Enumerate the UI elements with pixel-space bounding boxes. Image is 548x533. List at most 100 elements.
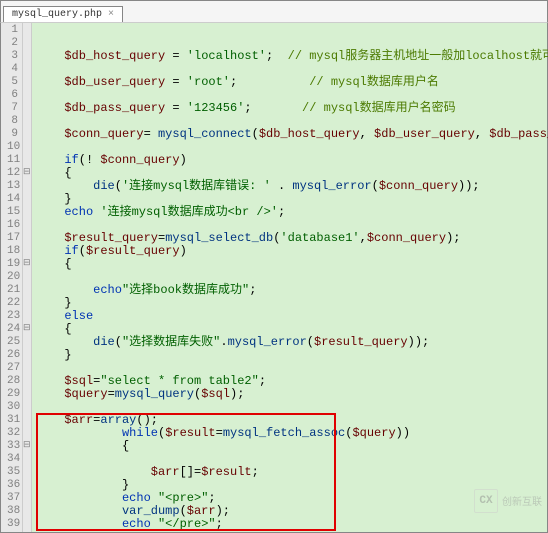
fold-column: ⊟ ⊟ ⊟ ⊟ <box>23 23 32 532</box>
line-number-gutter: 1234567891011121314151617181920212223242… <box>1 23 23 532</box>
line-number: 20 <box>7 271 18 284</box>
line-number: 3 <box>7 50 18 63</box>
code-line[interactable]: if($result_query) <box>36 245 548 258</box>
fold-marker[interactable]: ⊟ <box>23 166 31 179</box>
fold-marker <box>23 23 31 36</box>
fold-marker <box>23 335 31 348</box>
code-line[interactable]: else <box>36 310 548 323</box>
code-line[interactable]: $query=mysql_query($sql); <box>36 388 548 401</box>
fold-marker <box>23 465 31 478</box>
line-number: 18 <box>7 245 18 258</box>
line-number: 32 <box>7 427 18 440</box>
fold-marker <box>23 361 31 374</box>
fold-marker <box>23 88 31 101</box>
code-line[interactable]: echo"选择book数据库成功"; <box>36 284 548 297</box>
close-icon[interactable]: × <box>108 9 114 20</box>
fold-marker <box>23 283 31 296</box>
file-tab[interactable]: mysql_query.php × <box>3 6 123 22</box>
fold-marker <box>23 270 31 283</box>
line-number: 4 <box>7 63 18 76</box>
fold-marker <box>23 101 31 114</box>
line-number: 36 <box>7 479 18 492</box>
line-number: 27 <box>7 362 18 375</box>
fold-marker <box>23 504 31 517</box>
line-number: 11 <box>7 154 18 167</box>
line-number: 7 <box>7 102 18 115</box>
code-line[interactable] <box>36 24 548 37</box>
line-number: 2 <box>7 37 18 50</box>
line-number: 12 <box>7 167 18 180</box>
fold-marker <box>23 153 31 166</box>
code-editor: 1234567891011121314151617181920212223242… <box>0 22 548 533</box>
watermark: CX 创新互联 <box>474 489 542 513</box>
code-line[interactable]: die('连接mysql数据库错误: ' . mysql_error($conn… <box>36 180 548 193</box>
code-line[interactable]: } <box>36 349 548 362</box>
fold-marker[interactable]: ⊟ <box>23 439 31 452</box>
line-number: 33 <box>7 440 18 453</box>
line-number: 28 <box>7 375 18 388</box>
line-number: 26 <box>7 349 18 362</box>
code-line[interactable]: $db_pass_query = '123456'; // mysql数据库用户… <box>36 102 548 115</box>
code-line[interactable]: echo "</pre>"; <box>36 518 548 531</box>
watermark-logo: CX <box>474 489 498 513</box>
code-line[interactable]: $db_user_query = 'root'; // mysql数据库用户名 <box>36 76 548 89</box>
line-number: 23 <box>7 310 18 323</box>
code-line[interactable]: echo '连接mysql数据库成功<br />'; <box>36 206 548 219</box>
code-line[interactable]: if(! $conn_query) <box>36 154 548 167</box>
code-line[interactable]: $db_host_query = 'localhost'; // mysql服务… <box>36 50 548 63</box>
code-line[interactable]: } <box>36 297 548 310</box>
line-number: 30 <box>7 401 18 414</box>
line-number: 38 <box>7 505 18 518</box>
line-number: 34 <box>7 453 18 466</box>
code-line[interactable]: $conn_query= mysql_connect($db_host_quer… <box>36 128 548 141</box>
fold-marker <box>23 140 31 153</box>
watermark-text: 创新互联 <box>502 493 542 509</box>
code-line[interactable]: die("选择数据库失败".mysql_error($result_query)… <box>36 336 548 349</box>
fold-marker <box>23 387 31 400</box>
fold-marker <box>23 179 31 192</box>
line-number: 39 <box>7 518 18 531</box>
fold-marker <box>23 231 31 244</box>
fold-marker <box>23 374 31 387</box>
line-number: 24 <box>7 323 18 336</box>
fold-marker <box>23 218 31 231</box>
fold-marker <box>23 75 31 88</box>
code-line[interactable]: { <box>36 440 548 453</box>
fold-marker[interactable]: ⊟ <box>23 322 31 335</box>
line-number: 37 <box>7 492 18 505</box>
line-number: 16 <box>7 219 18 232</box>
tab-label: mysql_query.php <box>12 9 102 20</box>
line-number: 8 <box>7 115 18 128</box>
line-number: 22 <box>7 297 18 310</box>
code-line[interactable]: { <box>36 258 548 271</box>
fold-marker <box>23 348 31 361</box>
line-number: 10 <box>7 141 18 154</box>
fold-marker <box>23 426 31 439</box>
fold-marker <box>23 114 31 127</box>
fold-marker <box>23 62 31 75</box>
line-number: 14 <box>7 193 18 206</box>
fold-marker <box>23 491 31 504</box>
line-number: 15 <box>7 206 18 219</box>
fold-marker <box>23 452 31 465</box>
line-number: 25 <box>7 336 18 349</box>
line-number: 17 <box>7 232 18 245</box>
line-number: 9 <box>7 128 18 141</box>
fold-marker <box>23 205 31 218</box>
line-number: 1 <box>7 24 18 37</box>
line-number: 31 <box>7 414 18 427</box>
fold-marker <box>23 49 31 62</box>
code-area[interactable]: $db_host_query = 'localhost'; // mysql服务… <box>32 23 548 532</box>
fold-marker <box>23 413 31 426</box>
line-number: 35 <box>7 466 18 479</box>
fold-marker <box>23 478 31 491</box>
fold-marker <box>23 192 31 205</box>
fold-marker <box>23 244 31 257</box>
fold-marker <box>23 127 31 140</box>
line-number: 13 <box>7 180 18 193</box>
fold-marker[interactable]: ⊟ <box>23 257 31 270</box>
line-number: 29 <box>7 388 18 401</box>
fold-marker <box>23 400 31 413</box>
fold-marker <box>23 309 31 322</box>
fold-marker <box>23 296 31 309</box>
